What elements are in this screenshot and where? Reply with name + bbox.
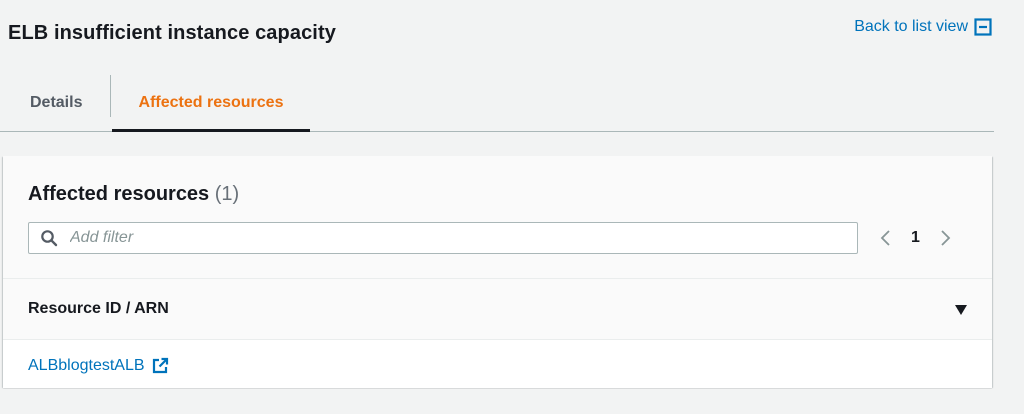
back-to-list-view-link[interactable]: Back to list view (854, 18, 992, 36)
panel-title: Affected resources (1) (28, 183, 239, 206)
resource-link[interactable]: ALBblogtestALB (28, 357, 169, 375)
pagination: 1 (879, 226, 952, 250)
page-title: ELB insufficient instance capacity (8, 22, 336, 44)
external-link-icon (151, 357, 169, 375)
panel-title-text: Affected resources (28, 183, 210, 205)
current-page-number[interactable]: 1 (911, 229, 920, 247)
affected-resources-panel: Affected resources (1) 1 (3, 156, 992, 388)
table-row: ALBblogtestALB (3, 340, 992, 388)
table-header: Resource ID / ARN (3, 279, 992, 340)
chevron-right-icon[interactable] (938, 229, 952, 247)
tab-details[interactable]: Details (30, 75, 82, 130)
tab-affected-resources[interactable]: Affected resources (112, 75, 310, 132)
resource-id: ALBblogtestALB (28, 357, 145, 374)
chevron-left-icon[interactable] (879, 229, 893, 247)
search-icon (40, 229, 58, 247)
tab-divider (110, 75, 111, 117)
panel-header: Affected resources (1) 1 (3, 156, 992, 279)
filter-input[interactable] (68, 228, 832, 248)
column-header-resource-id[interactable]: Resource ID / ARN (28, 300, 169, 318)
panel-count: (1) (214, 183, 240, 205)
back-to-list-view-label: Back to list view (854, 18, 968, 35)
caret-down-icon[interactable] (954, 303, 968, 315)
collapse-icon (974, 18, 992, 36)
filter-box (28, 222, 858, 254)
tab-bar: Details Affected resources (0, 75, 994, 132)
page: ELB insufficient instance capacity Back … (0, 0, 1024, 414)
